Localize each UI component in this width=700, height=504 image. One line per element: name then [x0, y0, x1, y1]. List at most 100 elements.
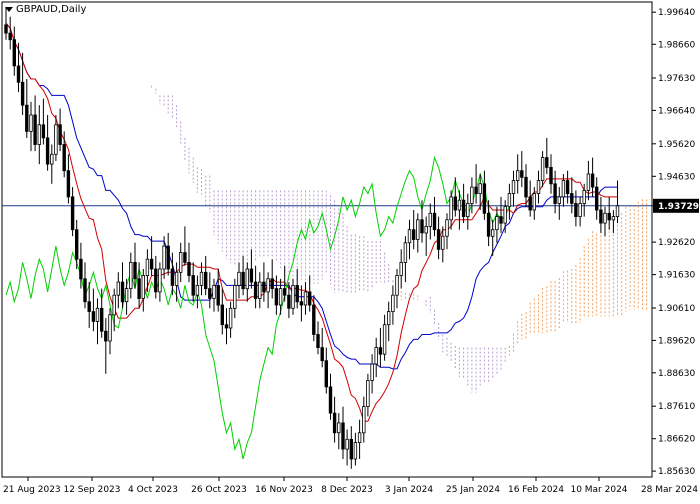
candle-body-9: [41, 124, 46, 139]
y-tick-label-11: 1.88630: [658, 369, 695, 379]
candle-body-42: [178, 252, 183, 273]
candle-body-45: [191, 275, 195, 296]
candle-body-69: [291, 284, 295, 309]
y-tick-label-0: 1.99640: [658, 8, 695, 18]
candle-body-113: [474, 186, 478, 195]
candle-body-87: [366, 379, 370, 407]
candle-body-51: [216, 284, 220, 306]
candle-body-106: [445, 219, 449, 237]
candle-body-133: [557, 196, 561, 204]
candle-body-14: [62, 144, 66, 172]
candle-body-32: [137, 278, 141, 299]
candle-body-36: [154, 268, 158, 293]
candle-body-143: [599, 209, 603, 224]
candle-body-16: [70, 196, 75, 231]
symbol-label: GBPAUD,Daily: [16, 4, 87, 15]
candle-body-103: [432, 212, 437, 231]
candle-body-37: [158, 268, 162, 293]
candle-body-38: [162, 245, 166, 270]
candle-body-112: [470, 186, 474, 204]
candle-body-56: [237, 271, 241, 286]
candle-body-66: [278, 288, 283, 306]
candle-body-76: [320, 347, 324, 362]
candle-body-62: [262, 281, 266, 293]
candle-body-129: [540, 157, 545, 181]
candle-body-96: [403, 242, 408, 263]
candle-body-139: [582, 189, 586, 204]
candle-body-141: [590, 173, 595, 188]
candle-body-121: [507, 193, 512, 208]
candle-body-35: [149, 258, 154, 270]
candle-body-116: [486, 212, 491, 237]
candle-body-17: [75, 229, 79, 260]
candle-body-75: [316, 334, 320, 349]
candle-body-22: [95, 307, 100, 322]
x-tick-label-2: 4 Oct 2023: [128, 485, 178, 495]
candle-body-58: [245, 268, 249, 290]
candle-body-34: [145, 258, 150, 277]
candle-body-65: [274, 288, 279, 306]
candle-body-60: [253, 281, 258, 299]
candle-body-84: [353, 442, 358, 460]
candle-body-135: [565, 180, 570, 195]
timeframe-label: Daily: [61, 4, 87, 15]
candle-body-30: [129, 261, 133, 289]
candle-body-85: [357, 432, 362, 443]
chart-area[interactable]: 1.99640 1.98660 1.97630 1.96640 1.95620 1.946…: [0, 0, 700, 500]
candle-body-41: [174, 271, 179, 286]
candle-body-1: [8, 32, 12, 41]
x-tick-label-10: 28 Mar 2024: [641, 485, 698, 495]
candle-body-136: [570, 193, 574, 204]
candle-body-19: [83, 278, 87, 303]
candle-body-24: [104, 330, 108, 342]
candle-body-26: [112, 294, 116, 316]
candlestick-chart[interactable]: 1.99640 1.98660 1.97630 1.96640 1.95620 1.946…: [0, 0, 700, 500]
candle-body-54: [228, 307, 233, 329]
x-tick-label-9: 10 Mar 2024: [570, 485, 627, 495]
candle-body-114: [478, 183, 482, 195]
candle-body-142: [595, 186, 599, 211]
y-tick-label-12: 1.87610: [658, 402, 695, 412]
candle-body-63: [266, 278, 270, 293]
symbol-name: GBPAUD: [16, 4, 58, 15]
y-tick-label-9: 1.90610: [658, 304, 695, 314]
candle-body-104: [436, 229, 441, 250]
candle-body-82: [345, 438, 349, 450]
candle-body-100: [420, 219, 424, 234]
current-price-label: 1.93729: [658, 202, 699, 212]
candle-body-91: [382, 324, 387, 355]
candle-body-5: [25, 104, 29, 132]
y-tick-label-14: 1.85630: [658, 467, 695, 477]
candle-body-125: [524, 176, 528, 198]
candle-body-21: [91, 311, 96, 322]
candle-body-40: [170, 268, 175, 286]
candle-body-74: [312, 304, 316, 335]
candle-body-43: [183, 252, 187, 263]
candle-body-29: [124, 288, 129, 303]
chart-background: [0, 0, 700, 500]
candle-body-15: [66, 170, 71, 198]
candle-body-101: [424, 225, 428, 234]
x-tick-label-6: 3 Jan 2024: [385, 485, 433, 495]
candle-body-110: [461, 199, 466, 217]
candle-body-39: [166, 245, 170, 270]
candle-body-132: [553, 183, 557, 204]
y-tick-label-8: 1.91630: [658, 271, 695, 281]
candle-body-107: [449, 196, 453, 221]
symbol-menu-caret-icon[interactable]: [5, 7, 13, 12]
x-tick-label-0: 21 Aug 2023: [3, 485, 61, 495]
candle-body-3: [16, 65, 21, 83]
candle-body-53: [224, 324, 229, 329]
candle-body-8: [37, 124, 41, 145]
y-tick-label-1: 1.98660: [658, 40, 695, 50]
candle-body-89: [374, 347, 378, 365]
candle-body-122: [511, 180, 516, 195]
candle-body-118: [495, 216, 499, 231]
candle-body-147: [615, 205, 620, 218]
candle-body-98: [411, 229, 416, 240]
candle-body-52: [220, 304, 224, 326]
candle-body-130: [545, 157, 549, 168]
candle-body-111: [466, 203, 470, 218]
y-axis: 1.99640 1.98660 1.97630 1.96640 1.95620 1.946…: [652, 8, 699, 477]
y-tick-label-7: 1.92620: [658, 238, 695, 248]
